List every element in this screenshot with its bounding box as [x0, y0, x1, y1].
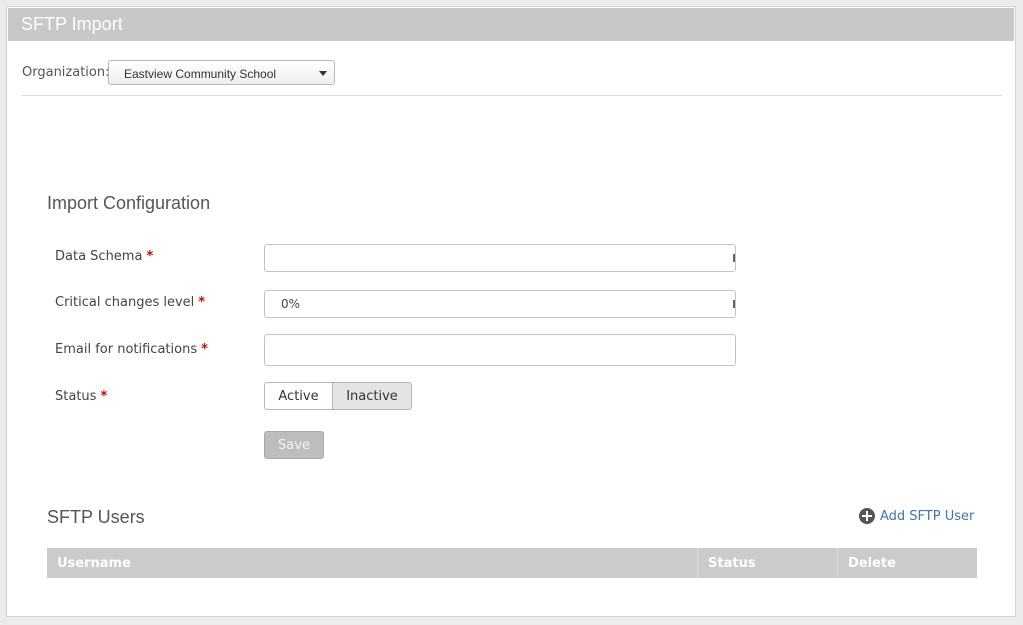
critical-changes-label: Critical changes level * [55, 295, 206, 310]
divider [21, 95, 1002, 96]
import-configuration-title: Import Configuration [47, 193, 211, 213]
sftp-import-panel: SFTP Import Organization: Eastview Commu… [6, 6, 1016, 617]
column-header-username[interactable]: Username [47, 548, 698, 578]
email-label: Email for notifications * [55, 342, 208, 357]
column-header-status[interactable]: Status [698, 548, 838, 578]
page-title: SFTP Import [21, 14, 123, 34]
organization-selected-value: Eastview Community School [124, 67, 277, 81]
column-header-delete: Delete [848, 556, 896, 571]
add-sftp-user-label: Add SFTP User [880, 508, 975, 524]
dropdown-handle-icon [733, 254, 735, 262]
critical-changes-value: 0% [281, 297, 301, 311]
organization-label: Organization: [22, 65, 110, 80]
save-button[interactable]: Save [264, 431, 324, 459]
required-marker: * [146, 249, 154, 264]
status-active-button[interactable]: Active [264, 382, 333, 410]
add-sftp-user-button[interactable]: Add SFTP User [859, 507, 974, 525]
status-label: Status * [55, 389, 108, 404]
email-field[interactable] [264, 334, 736, 366]
required-marker: * [198, 295, 206, 310]
required-marker: * [100, 389, 108, 404]
dropdown-handle-icon [733, 300, 735, 308]
sftp-users-table-header: Username Status Delete [47, 548, 977, 578]
data-schema-label: Data Schema * [55, 249, 154, 264]
data-schema-select[interactable] [264, 244, 736, 272]
chevron-down-icon [319, 71, 327, 76]
panel-header: SFTP Import [8, 8, 1014, 41]
organization-select[interactable]: Eastview Community School [108, 60, 335, 85]
status-inactive-button[interactable]: Inactive [332, 382, 412, 410]
critical-changes-select[interactable]: 0% [264, 290, 736, 318]
add-circle-icon [859, 508, 875, 524]
required-marker: * [201, 342, 208, 357]
sftp-users-title: SFTP Users [47, 507, 145, 527]
